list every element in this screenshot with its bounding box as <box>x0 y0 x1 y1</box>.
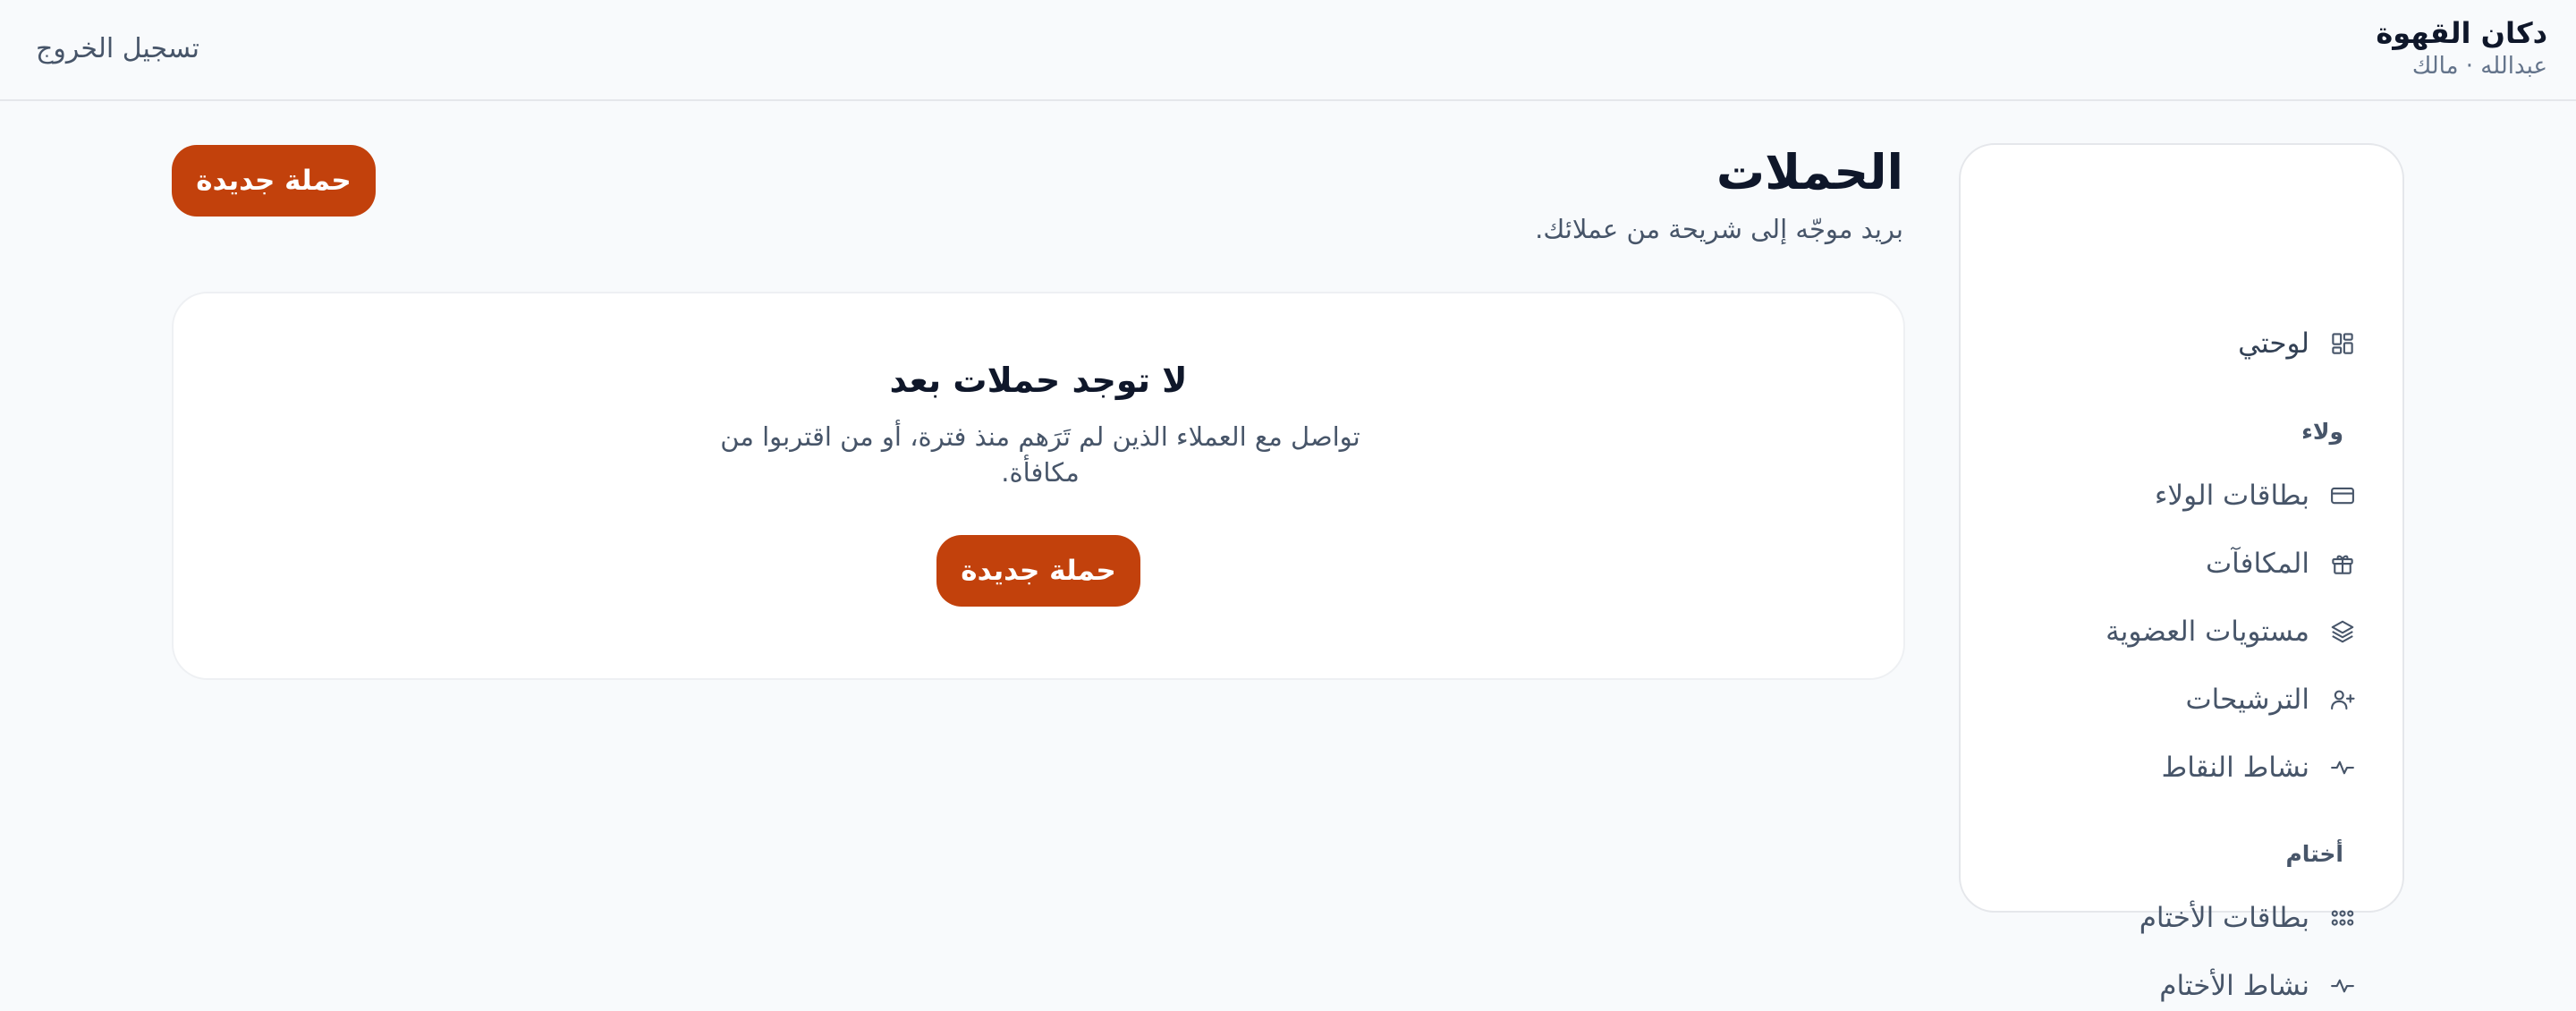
sidebar-item-membership-tiers[interactable]: مستويات العضوية <box>2106 607 2356 657</box>
sidebar-item-loyalty-cards[interactable]: بطاقات الولاء <box>2155 471 2356 521</box>
brand: دكان القهوة عبدالله · مالك <box>2376 14 2547 81</box>
sidebar-item-label: مستويات العضوية <box>2106 616 2309 648</box>
sidebar-section-stamps: أختام <box>2285 841 2343 867</box>
card-icon <box>2329 482 2356 509</box>
empty-state-title: لا توجد حملات بعد <box>889 361 1188 400</box>
top-header: دكان القهوة عبدالله · مالك تسجيل الخروج <box>0 0 2576 101</box>
sidebar-item-label: نشاط الأختام <box>2159 970 2309 1002</box>
empty-state-new-campaign-button[interactable]: حملة جديدة <box>936 535 1140 607</box>
sidebar-item-label: بطاقات الأختام <box>2139 902 2309 934</box>
sidebar-item-rewards[interactable]: المكافآت <box>2206 539 2356 589</box>
gift-icon <box>2329 550 2356 577</box>
sidebar-item-label: بطاقات الولاء <box>2154 480 2309 512</box>
sidebar-section-loyalty: ولاء <box>2301 419 2343 445</box>
sidebar-item-stamps-activity[interactable]: نشاط الأختام <box>2159 961 2356 1011</box>
sidebar-item-dashboard[interactable]: لوحتي <box>2238 319 2356 369</box>
stamps-grid-icon <box>2329 905 2356 931</box>
brand-name: دكان القهوة <box>2376 16 2547 50</box>
logout-link[interactable]: تسجيل الخروج <box>36 30 199 68</box>
activity-icon <box>2329 754 2356 781</box>
sidebar: لوحتي ولاء بطاقات الولاء المكافآت مستويا… <box>1959 143 2404 1002</box>
sidebar-item-points-activity[interactable]: نشاط النقاط <box>2162 743 2356 793</box>
user-info: عبدالله · مالك <box>2411 53 2547 80</box>
dashboard-icon <box>2329 330 2356 357</box>
user-plus-icon <box>2329 686 2356 713</box>
sidebar-item-label: نشاط النقاط <box>2161 752 2309 784</box>
sidebar-item-referrals[interactable]: الترشيحات <box>2186 675 2357 725</box>
empty-state-card: لا توجد حملات بعد تواصل مع العملاء الذين… <box>172 292 1905 680</box>
new-campaign-button[interactable]: حملة جديدة <box>172 145 376 217</box>
layers-icon <box>2329 618 2356 645</box>
sidebar-item-stamp-cards[interactable]: بطاقات الأختام <box>2140 893 2356 943</box>
page-title: الحملات <box>1716 144 1903 200</box>
activity-icon <box>2329 973 2356 999</box>
page-subtitle: بريد موجّه إلى شريحة من عملائك. <box>1535 214 1903 244</box>
sidebar-item-label: لوحتي <box>2238 327 2309 360</box>
empty-state-description: تواصل مع العملاء الذين لم تَرَهم منذ فتر… <box>720 421 1360 488</box>
sidebar-item-label: المكافآت <box>2206 548 2309 580</box>
sidebar-item-label: الترشيحات <box>2185 684 2310 716</box>
